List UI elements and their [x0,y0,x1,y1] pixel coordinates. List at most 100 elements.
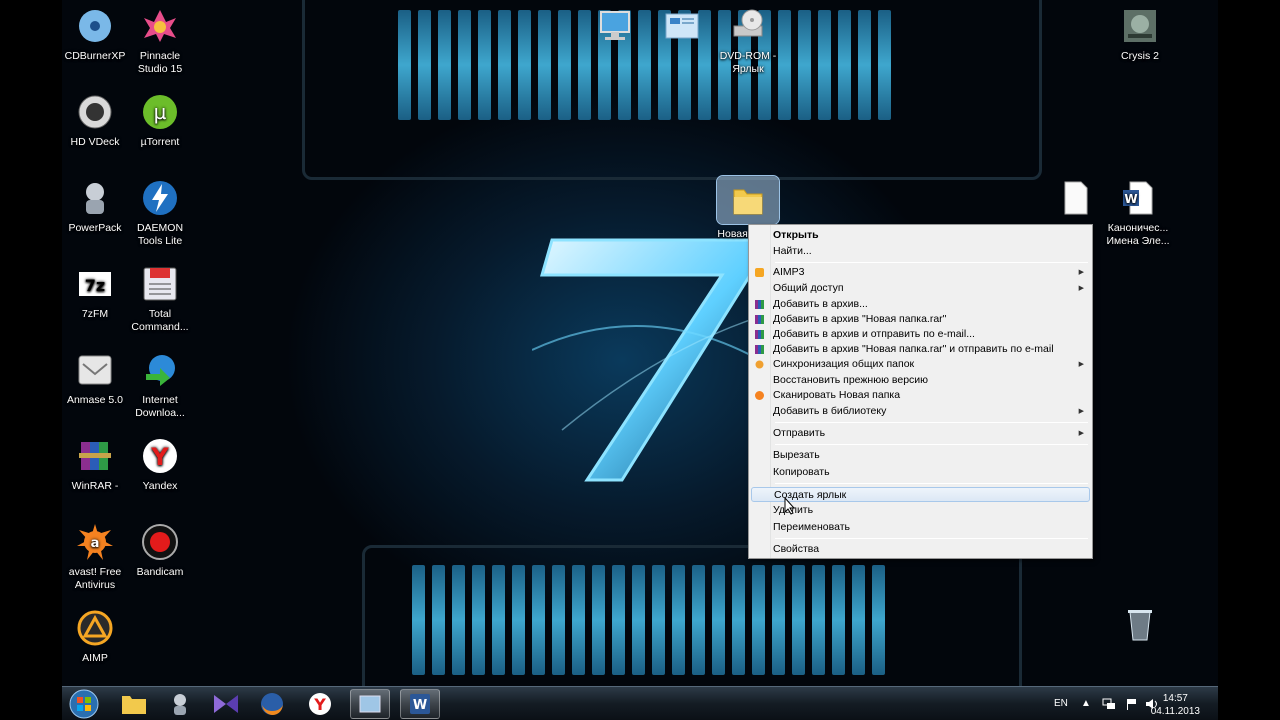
taskbar-app-button[interactable] [206,689,246,719]
avast-small-icon [755,391,764,400]
desktop-icon-control-panel[interactable] [649,6,715,50]
icon-label: Yandex [142,480,178,492]
menu-item-add-to-rar[interactable]: Добавить в архив "Новая папка.rar" [751,312,1090,327]
desktop-icon-bandicam[interactable]: Bandicam [127,522,193,579]
winrar-small-icon [755,345,764,354]
icon-label: Bandicam [136,566,184,578]
svg-text:µ: µ [154,100,167,124]
menu-item-properties[interactable]: Свойства [751,542,1090,557]
language-indicator[interactable]: EN [1054,698,1068,709]
taskbar-firefox-button[interactable] [252,689,292,719]
desktop-icon-total-commander[interactable]: Total Command... [127,264,193,334]
clock[interactable]: 14:57 04.11.2013 [1151,692,1200,718]
desktop-icon-winrar[interactable]: WinRAR - [62,436,128,493]
folder-icon [716,175,780,225]
menu-item-rename[interactable]: Переименовать [751,520,1090,535]
submenu-arrow-icon: ▶ [1078,285,1084,292]
desktop-icon-word-document[interactable]: W Каноничес... Имена Эле... [1105,178,1171,248]
menu-separator [775,262,1088,263]
winrar-small-icon [755,315,764,324]
desktop-icon-recycle-bin[interactable] [1107,604,1173,648]
desktop-icon-yandex[interactable]: Y Yandex [127,436,193,493]
menu-separator [775,444,1088,445]
taskbar-yandex-button[interactable]: Y [300,689,340,719]
desktop-icon-text-document[interactable] [1042,178,1108,222]
desktop-icon-dvd-rom-shortcut[interactable]: DVD-ROM - Ярлык [715,6,781,76]
taskbar-powerpack-button[interactable] [160,689,200,719]
icon-label: Internet Downloa... [135,394,185,419]
clock-time: 14:57 [1162,693,1188,704]
network-icon[interactable] [1102,698,1116,710]
flag-icon[interactable] [1125,698,1137,710]
menu-item-add-to-archive[interactable]: Добавить в архив... [751,297,1090,312]
icon-label: CDBurnerXP [64,50,126,62]
folder-icon [122,696,146,714]
mouse-cursor-icon [784,497,796,515]
desktop-icon-daemon-tools[interactable]: DAEMON Tools Lite [127,178,193,248]
menu-item-restore-previous-version[interactable]: Восстановить прежнюю версию [751,373,1090,388]
crysis-icon [1120,6,1160,46]
utorrent-icon: µ [140,92,180,132]
winrar-small-icon [755,330,764,339]
menu-item-add-to-rar-email[interactable]: Добавить в архив "Новая папка.rar" и отп… [751,342,1090,357]
desktop-icon-computer[interactable] [582,6,648,50]
context-menu: Открыть Найти... AIMP3 ▶ Общий доступ ▶ До… [748,224,1093,559]
taskbar-window-button[interactable] [350,689,390,719]
menu-item-delete[interactable]: Удалить [751,503,1090,518]
menu-item-add-to-library[interactable]: Добавить в библиотеку ▶ [751,404,1090,419]
firefox-icon [261,693,283,715]
7zip-icon: 7z [75,264,115,304]
cd-icon [75,6,115,46]
start-button[interactable] [66,689,102,719]
menu-item-add-to-archive-email[interactable]: Добавить в архив и отправить по e-mail..… [751,327,1090,342]
icon-label: Anmase 5.0 [66,394,124,406]
windows-orb-icon [69,689,99,719]
submenu-arrow-icon: ▶ [1078,269,1084,276]
desktop-icon-utorrent[interactable]: µ µTorrent [127,92,193,149]
menu-item-scan-folder[interactable]: Сканировать Новая папка [751,388,1090,403]
menu-separator [775,422,1088,423]
icon-label: Pinnacle Studio 15 [137,50,183,75]
computer-icon [595,6,635,46]
menu-item-aimp3[interactable]: AIMP3 ▶ [751,265,1090,280]
winrar-small-icon [755,300,764,309]
menu-item-share[interactable]: Общий доступ ▶ [751,281,1090,296]
window-icon [359,695,381,713]
desktop-icon-cdburnerxp[interactable]: CDBurnerXP [62,6,128,63]
floppy-disk-icon [140,264,180,304]
icon-label: Каноничес... Имена Эле... [1106,222,1170,247]
desktop-icon-crysis-2[interactable]: Crysis 2 [1107,6,1173,63]
aimp-triangle-icon [75,608,115,648]
desktop-icon-avast[interactable]: a avast! Free Antivirus [62,522,128,592]
icon-label: DVD-ROM - Ярлык [719,50,777,75]
menu-item-find[interactable]: Найти... [751,244,1090,259]
icon-label: AIMP [82,652,108,664]
desktop-icon-hd-vdeck[interactable]: HD VDeck [62,92,128,149]
desktop-icon-7zfm[interactable]: 7z 7zFM [62,264,128,321]
icon-label: Total Command... [131,308,189,333]
icon-label: µTorrent [140,136,180,148]
desktop-icon-anmase[interactable]: Anmase 5.0 [62,350,128,407]
sync-icon [755,360,764,369]
svg-text:W: W [1124,192,1137,206]
menu-item-open[interactable]: Открыть [751,228,1090,243]
lightning-icon [140,178,180,218]
menu-item-cut[interactable]: Вырезать [751,448,1090,463]
envelope-icon [75,350,115,390]
taskbar-explorer-button[interactable] [114,689,154,719]
bow-tie-icon [214,695,238,713]
desktop-icon-pinnacle-studio[interactable]: Pinnacle Studio 15 [127,6,193,76]
menu-item-copy[interactable]: Копировать [751,465,1090,480]
menu-item-sync-shared-folders[interactable]: Синхронизация общих папок ▶ [751,357,1090,372]
desktop-icon-internet-download-manager[interactable]: Internet Downloa... [127,350,193,420]
menu-item-send-to[interactable]: Отправить ▶ [751,426,1090,441]
taskbar-word-button[interactable]: W [400,689,440,719]
yandex-icon: Y [309,693,331,715]
desktop-icon-aimp[interactable]: AIMP [62,608,128,665]
show-hidden-icons-icon[interactable]: ▲ [1081,698,1091,709]
word-icon: W [410,694,430,714]
yandex-icon: Y [140,436,180,476]
recycle-bin-icon [1120,604,1160,644]
menu-item-create-shortcut[interactable]: Создать ярлык [751,487,1090,502]
desktop-icon-powerpack[interactable]: PowerPack [62,178,128,235]
